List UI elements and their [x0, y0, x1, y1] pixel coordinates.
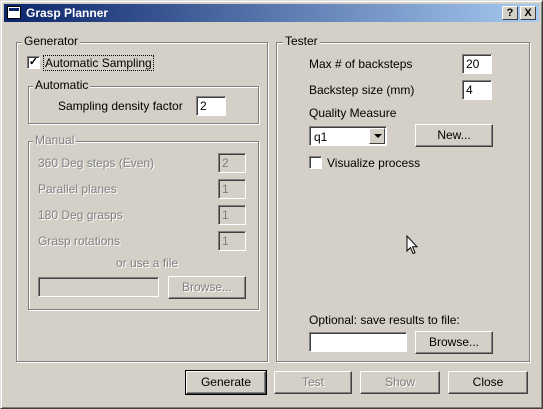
show-button[interactable]: Show — [360, 371, 440, 394]
max-backsteps-input[interactable]: 20 — [462, 54, 492, 74]
test-button[interactable]: Test — [274, 371, 352, 394]
quality-measure-select[interactable]: q1 — [309, 126, 387, 146]
max-backsteps-label: Max # of backsteps — [309, 57, 413, 71]
new-quality-measure-button[interactable]: New... — [415, 124, 493, 147]
dropdown-arrow-icon[interactable] — [369, 128, 385, 144]
visualize-process-checkbox[interactable] — [309, 156, 322, 169]
sampling-density-label: Sampling density factor — [58, 99, 183, 113]
deg180-grasps-label: 180 Deg grasps — [38, 208, 123, 222]
generate-button[interactable]: Generate — [185, 370, 267, 395]
automatic-group-label: Automatic — [33, 78, 91, 92]
parallel-planes-input[interactable]: 1 — [218, 179, 246, 199]
generator-browse-button[interactable]: Browse... — [168, 276, 246, 299]
generator-group-label: Generator — [22, 34, 81, 48]
backstep-size-label: Backstep size (mm) — [309, 83, 415, 97]
save-results-label: Optional: save results to file: — [309, 313, 460, 327]
tester-group-label: Tester — [283, 34, 320, 48]
deg180-grasps-input[interactable]: 1 — [218, 205, 246, 225]
visualize-process-label[interactable]: Visualize process — [327, 156, 420, 170]
close-button[interactable]: Close — [448, 371, 528, 394]
window-title: Grasp Planner — [26, 6, 109, 20]
save-results-input[interactable] — [309, 332, 407, 352]
use-file-label: or use a file — [116, 256, 179, 270]
quality-measure-value: q1 — [314, 130, 328, 144]
deg360-steps-input[interactable]: 2 — [218, 153, 246, 173]
sampling-density-input[interactable]: 2 — [196, 96, 226, 116]
backstep-size-input[interactable]: 4 — [462, 80, 492, 100]
help-button[interactable]: ? — [502, 6, 518, 20]
automatic-sampling-label[interactable]: Automatic Sampling — [43, 55, 154, 71]
quality-measure-label: Quality Measure — [309, 106, 397, 120]
manual-group-label: Manual — [33, 133, 77, 147]
window-icon — [7, 6, 21, 19]
close-window-button[interactable]: X — [520, 6, 536, 20]
deg360-steps-label: 360 Deg steps (Even) — [38, 156, 155, 170]
grasp-rotations-label: Grasp rotations — [38, 234, 121, 248]
grasp-rotations-input[interactable]: 1 — [218, 231, 246, 251]
automatic-sampling-checkbox[interactable]: ✓ — [27, 56, 40, 69]
tester-browse-button[interactable]: Browse... — [415, 331, 493, 354]
title-bar[interactable]: Grasp Planner ? X — [4, 4, 539, 22]
parallel-planes-label: Parallel planes — [38, 182, 117, 196]
mouse-cursor-icon — [406, 234, 419, 258]
generator-file-input[interactable] — [38, 277, 159, 297]
grasp-planner-dialog: Grasp Planner ? X Generator ✓ Automatic … — [0, 0, 543, 409]
